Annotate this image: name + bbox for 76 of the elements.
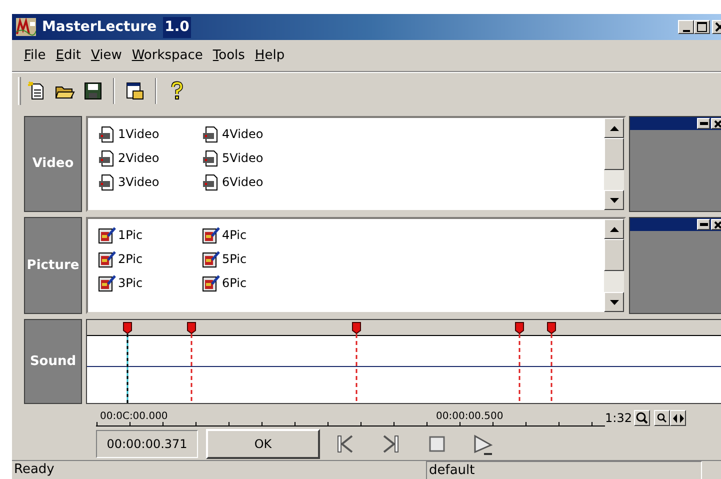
zoom-in-icon: [636, 412, 648, 424]
menu-item[interactable]: Edit: [56, 46, 81, 66]
menu-item[interactable]: File: [24, 46, 46, 66]
close-icon: [714, 220, 721, 228]
video-file-icon: [98, 149, 116, 167]
video-file-icon: [202, 149, 220, 167]
maximize-icon: [697, 22, 707, 32]
picture-item[interactable]: 3Pic: [118, 274, 143, 292]
ok-button[interactable]: OK: [206, 429, 320, 459]
track-label: Video: [24, 116, 82, 212]
video-item[interactable]: 2Video: [118, 149, 160, 167]
scroll-thumb[interactable]: [604, 138, 624, 170]
picture-item[interactable]: 4Pic: [222, 226, 247, 244]
picture-file-icon: [98, 274, 116, 292]
track-label: Picture: [24, 217, 82, 314]
time-field[interactable]: 00:00:00.371: [96, 430, 198, 458]
picture-file-icon: [202, 274, 220, 292]
picture-file-icon: [98, 226, 116, 244]
ruler-time-text: 00:0C:00.000: [100, 410, 168, 424]
track-label: Sound: [24, 319, 82, 404]
scroll-down-icon: [610, 300, 618, 304]
zoom-out-icon: [657, 413, 667, 423]
app-logo-icon: [16, 18, 36, 36]
close-icon: [714, 120, 721, 128]
video-item[interactable]: 5Video: [222, 149, 264, 167]
minimize-icon: [700, 223, 708, 226]
minimize-button[interactable]: [697, 219, 710, 230]
scroll-down-button[interactable]: [604, 292, 624, 312]
scroll-up-button[interactable]: [604, 118, 624, 138]
video-item[interactable]: 3Video: [118, 173, 160, 191]
picture-item[interactable]: 5Pic: [222, 250, 247, 268]
time-marker[interactable]: [123, 322, 132, 403]
picture-item[interactable]: 2Pic: [118, 250, 143, 268]
minimize-button[interactable]: [697, 118, 710, 129]
time-marker[interactable]: [352, 322, 361, 403]
video-item[interactable]: 6Video: [222, 173, 264, 191]
menu-item[interactable]: Help: [254, 46, 285, 66]
scroll-up-icon: [610, 226, 618, 232]
menu-item[interactable]: Tools: [212, 46, 245, 66]
status-text: default: [426, 461, 702, 479]
scroll-left-right-icon: [672, 414, 684, 422]
video-file-icon: [202, 173, 220, 191]
version-text: 1.0: [162, 16, 192, 38]
picture-file-icon: [98, 250, 116, 268]
time-marker[interactable]: [187, 322, 196, 403]
minimize-icon: [682, 30, 690, 32]
scroll-down-button[interactable]: [604, 190, 624, 210]
minimize-icon: [700, 122, 708, 125]
time-marker[interactable]: [547, 322, 556, 403]
menu-item[interactable]: View: [90, 46, 122, 66]
scroll-left-right-button[interactable]: [670, 410, 686, 426]
video-item[interactable]: 1Video: [118, 125, 160, 143]
video-file-icon: [202, 125, 220, 143]
maximize-button[interactable]: [694, 20, 710, 34]
scroll-up-button[interactable]: [604, 219, 624, 239]
scroll-down-icon: [610, 198, 618, 202]
video-item[interactable]: 4Video: [222, 125, 264, 143]
zoom-in-button[interactable]: [634, 410, 650, 426]
video-file-icon: [98, 173, 116, 191]
zoom-out-button[interactable]: [654, 410, 670, 426]
menu-item[interactable]: Workspace: [132, 46, 203, 66]
picture-item[interactable]: 1Pic: [118, 226, 143, 244]
picture-item[interactable]: 6Pic: [222, 274, 247, 292]
picture-file-icon: [202, 250, 220, 268]
close-button[interactable]: [711, 219, 721, 230]
picture-file-icon: [202, 226, 220, 244]
scroll-thumb[interactable]: [604, 239, 624, 271]
ruler-time-text: 00:00:00.500: [436, 410, 504, 424]
time-marker[interactable]: [515, 322, 524, 403]
zoom-level-text: 1:32: [605, 410, 632, 427]
scroll-up-icon: [610, 126, 618, 130]
window-title: MasterLecture: [42, 18, 157, 36]
minimize-button[interactable]: [678, 20, 694, 34]
close-button[interactable]: [711, 118, 721, 129]
video-file-icon: [98, 125, 116, 143]
status-text: Ready: [13, 461, 56, 479]
